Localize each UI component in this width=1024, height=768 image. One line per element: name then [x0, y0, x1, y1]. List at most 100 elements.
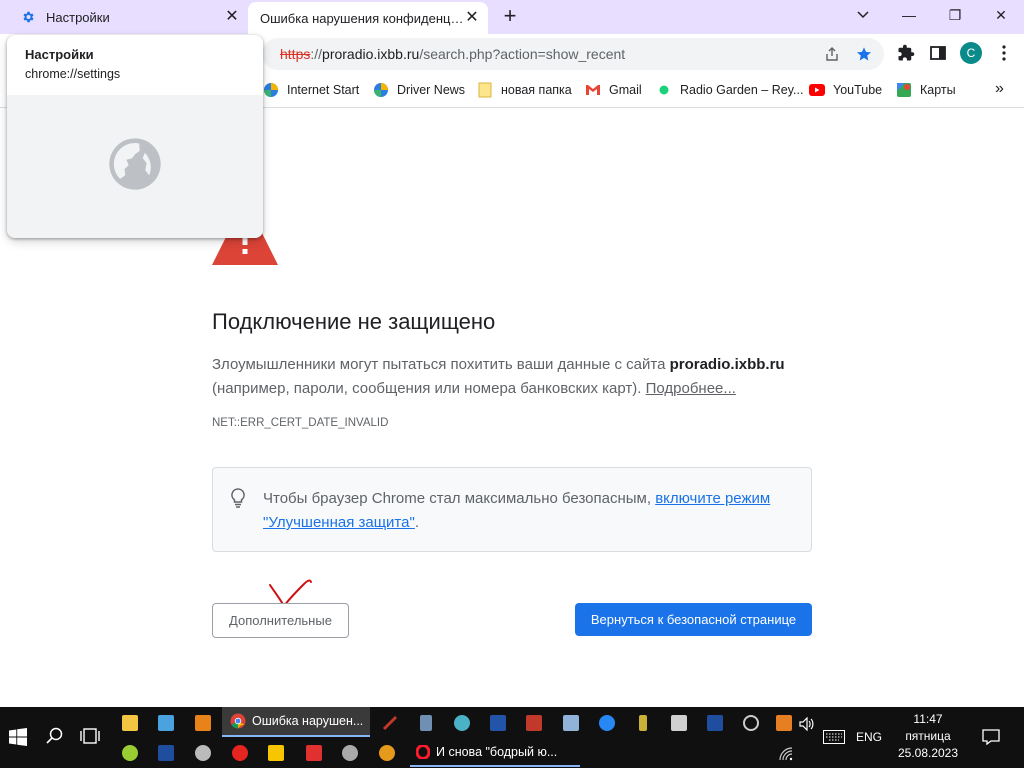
- app-icon[interactable]: [380, 713, 400, 733]
- bookmark-gmail[interactable]: Gmail: [585, 82, 642, 98]
- task-view-icon[interactable]: [79, 725, 101, 747]
- tab-search-chevron-icon[interactable]: [852, 4, 874, 26]
- close-tab-icon[interactable]: ✕: [224, 9, 240, 25]
- taskbar-chrome-window[interactable]: Ошибка нарушен...: [222, 707, 370, 737]
- close-tab-icon[interactable]: ✕: [464, 10, 480, 26]
- app-icon[interactable]: [669, 713, 689, 733]
- app-icon[interactable]: [705, 713, 725, 733]
- notifications-icon[interactable]: [980, 727, 1002, 747]
- app-icon[interactable]: [304, 743, 324, 763]
- notepad-icon[interactable]: [561, 713, 581, 733]
- app-icon[interactable]: [741, 713, 761, 733]
- tab-title: Настройки: [46, 9, 110, 25]
- tab-title: Ошибка нарушения конфиденциальности: [260, 10, 464, 26]
- app-icon[interactable]: [633, 713, 653, 733]
- app-icon[interactable]: [377, 743, 397, 763]
- tip-prefix: Чтобы браузер Chrome стал максимально бе…: [263, 490, 656, 507]
- bookmark-folder[interactable]: новая папка: [477, 82, 572, 98]
- radio-garden-icon: [656, 82, 672, 98]
- app-icon[interactable]: [524, 713, 544, 733]
- new-tab-button[interactable]: +: [498, 4, 522, 28]
- app-icon[interactable]: [193, 713, 213, 733]
- internet-start-icon: [263, 82, 279, 98]
- address-bar[interactable]: https://proradio.ixbb.ru/search.php?acti…: [262, 38, 884, 70]
- kebab-menu-icon[interactable]: [994, 43, 1014, 63]
- app-icon[interactable]: [156, 743, 176, 763]
- clock-day: пятница: [905, 729, 951, 743]
- network-icon[interactable]: [776, 745, 796, 763]
- keyboard-icon[interactable]: [822, 729, 846, 745]
- error-description: Злоумышленники могут пытаться похитить в…: [212, 353, 812, 401]
- share-icon[interactable]: [822, 44, 842, 64]
- bookmark-label: YouTube: [833, 83, 883, 97]
- window-controls: — ❐ ✕: [886, 0, 1024, 30]
- url-separator: ://: [310, 46, 323, 62]
- lightbulb-icon: [231, 488, 245, 513]
- taskbar-window-title: И снова "бодрый ю...: [436, 745, 558, 759]
- enhanced-protection-tip: Чтобы браузер Chrome стал максимально бе…: [212, 467, 812, 552]
- taskbar-opera-window[interactable]: И снова "бодрый ю...: [410, 739, 580, 767]
- extensions-icon[interactable]: [896, 43, 916, 63]
- clock-date: 25.08.2023: [897, 746, 959, 760]
- tab-privacy-error[interactable]: Ошибка нарушения конфиденциальности ✕: [248, 2, 488, 34]
- app-icon[interactable]: [452, 713, 472, 733]
- desc-text: Злоумышленники могут пытаться похитить в…: [212, 356, 670, 373]
- url-path: /search.php?action=show_recent: [419, 46, 626, 62]
- bookmark-label: Driver News: [397, 83, 466, 97]
- desc-host: proradio.ixbb.ru: [669, 356, 785, 373]
- bookmark-radio-garden[interactable]: Radio Garden – Rey...: [656, 82, 803, 98]
- folder-icon: [477, 82, 493, 98]
- volume-icon[interactable]: [797, 715, 817, 733]
- this-pc-icon[interactable]: [156, 713, 176, 733]
- driver-news-icon: [373, 82, 389, 98]
- app-icon[interactable]: [340, 743, 360, 763]
- bookmark-label: Internet Start: [287, 83, 360, 97]
- vk-icon[interactable]: [597, 713, 617, 733]
- gmail-icon: [585, 82, 601, 98]
- desc-text-2: (например, пароли, сообщения или номера …: [212, 380, 646, 397]
- page-heading: Подключение не защищено: [212, 309, 496, 334]
- advanced-button[interactable]: Дополнительные: [212, 603, 349, 638]
- app-icon[interactable]: [120, 743, 140, 763]
- taskbar-clock[interactable]: 11:47 пятница 25.08.2023: [890, 711, 966, 762]
- bookmark-label: Radio Garden – Rey...: [680, 83, 804, 97]
- learn-more-link[interactable]: Подробнее...: [646, 380, 736, 397]
- back-to-safety-button[interactable]: Вернуться к безопасной странице: [575, 603, 812, 636]
- bookmark-maps[interactable]: Карты: [896, 82, 956, 98]
- tab-hover-card: Настройки chrome://settings: [7, 35, 263, 238]
- yandex-icon[interactable]: [230, 743, 250, 763]
- minimize-button[interactable]: —: [886, 0, 932, 30]
- hover-card-title: Настройки: [25, 47, 94, 62]
- opera-icon: [416, 745, 430, 759]
- app-icon[interactable]: [193, 743, 213, 763]
- bookmark-driver-news[interactable]: Driver News: [373, 82, 465, 98]
- gear-icon: [20, 9, 36, 25]
- bookmark-star-icon[interactable]: [854, 44, 874, 64]
- error-code: NET::ERR_CERT_DATE_INVALID: [212, 417, 389, 429]
- app-icon[interactable]: [488, 713, 508, 733]
- windows-taskbar: Ошибка нарушен... И снова "бодрый ю... E…: [0, 707, 1024, 768]
- clock-time: 11:47: [913, 712, 943, 726]
- side-panel-icon[interactable]: [928, 43, 948, 63]
- app-icon[interactable]: [774, 713, 794, 733]
- bookmark-internet-start[interactable]: Internet Start: [263, 82, 359, 98]
- profile-avatar[interactable]: C: [960, 42, 982, 64]
- tab-settings[interactable]: Настройки ✕: [0, 0, 248, 34]
- restore-button[interactable]: ❐: [932, 0, 978, 30]
- globe-icon: [107, 136, 163, 197]
- windows-start-icon[interactable]: [6, 725, 30, 749]
- youtube-icon: [809, 82, 825, 98]
- bookmarks-overflow-button[interactable]: »: [995, 80, 1004, 98]
- app-icon[interactable]: [266, 743, 286, 763]
- language-indicator[interactable]: ENG: [856, 730, 882, 744]
- url-host: proradio.ixbb.ru: [322, 46, 420, 62]
- calculator-icon[interactable]: [416, 713, 436, 733]
- tab-strip: Настройки ✕ Ошибка нарушения конфиденциа…: [0, 0, 1024, 34]
- bookmark-youtube[interactable]: YouTube: [809, 82, 882, 98]
- file-explorer-icon[interactable]: [120, 713, 140, 733]
- chrome-icon: [230, 713, 246, 729]
- close-window-button[interactable]: ✕: [978, 0, 1024, 30]
- search-icon[interactable]: [44, 725, 66, 747]
- tip-text: Чтобы браузер Chrome стал максимально бе…: [263, 487, 793, 535]
- bookmark-label: новая папка: [501, 83, 572, 97]
